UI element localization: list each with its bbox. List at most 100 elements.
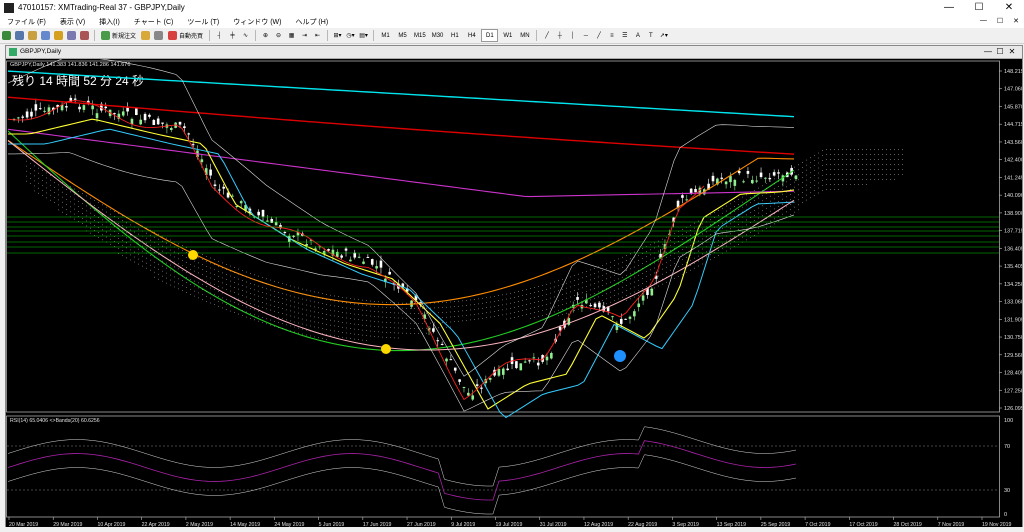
ichimoku-cloud-dot (394, 337, 395, 339)
ichimoku-cloud-dot (254, 299, 255, 301)
vertical-line-icon[interactable]: │ (567, 30, 578, 41)
child-close-button[interactable]: ✕ (1008, 16, 1024, 28)
ichimoku-cloud-dot (718, 220, 719, 221)
ichimoku-cloud-dot (422, 307, 423, 309)
ichimoku-cloud-dot (882, 159, 883, 160)
indicators-icon[interactable]: ⊞▾ (332, 30, 343, 41)
chart-maximize-button[interactable]: ☐ (994, 47, 1006, 56)
menu-window[interactable]: ウィンドウ (W) (226, 16, 288, 28)
menu-insert[interactable]: 挿入(I) (92, 16, 127, 28)
ichimoku-cloud-dot (282, 318, 283, 320)
ichimoku-cloud-dot (262, 307, 263, 308)
channel-icon[interactable]: ≡ (606, 30, 617, 41)
timeframe-m30[interactable]: M30 (430, 30, 446, 41)
ichimoku-cloud-dot (558, 285, 559, 287)
new-order-button[interactable]: 新規注文 (99, 30, 138, 41)
ichimoku-cloud-dot (390, 337, 391, 338)
ichimoku-cloud-dot (670, 234, 671, 236)
timeframe-d1[interactable]: D1 (481, 29, 499, 42)
chart-window[interactable]: GBPJPY,Daily — ☐ ✕ 148.215 147.060 145.870… (5, 45, 1023, 529)
fibonacci-icon[interactable]: ☰ (619, 30, 630, 41)
market-watch-icon[interactable] (27, 30, 38, 41)
ichimoku-cloud-dot (862, 159, 863, 160)
ichimoku-cloud-dot (894, 159, 895, 160)
templates-icon[interactable]: ▤▾ (358, 30, 369, 41)
ichimoku-cloud-dot (690, 259, 691, 261)
signals-icon[interactable] (153, 30, 164, 41)
ichimoku-cloud-dot (150, 264, 151, 266)
candle-body (737, 170, 741, 174)
arrows-icon[interactable]: ➚▾ (658, 30, 669, 41)
ichimoku-cloud-dot (778, 181, 779, 182)
text-icon[interactable]: A (632, 30, 643, 41)
candle-body (178, 121, 182, 125)
ichimoku-cloud-dot (138, 228, 139, 230)
timeframe-mn[interactable]: MN (517, 30, 532, 41)
bar-chart-icon[interactable]: ┤ (214, 30, 225, 41)
timeframe-h4[interactable]: H4 (464, 30, 479, 41)
ichimoku-cloud-dot (514, 292, 515, 293)
zoom-in-icon[interactable]: ⊕ (260, 30, 271, 41)
ichimoku-cloud-dot (582, 277, 583, 279)
periodicity-icon[interactable]: ◷▾ (345, 30, 356, 41)
ichimoku-cloud-dot (50, 174, 51, 176)
data-window-icon[interactable] (40, 30, 51, 41)
menu-tools[interactable]: ツール (T) (180, 16, 226, 28)
autoscroll-icon[interactable]: ⇥ (299, 30, 310, 41)
navigator-icon[interactable] (53, 30, 64, 41)
candle-body (327, 249, 330, 251)
chart-shift-icon[interactable]: ⇤ (312, 30, 323, 41)
ichimoku-cloud-dot (898, 169, 899, 170)
price-axis-label: 134.250 (1004, 282, 1022, 288)
menu-view[interactable]: 表示 (V) (53, 16, 92, 28)
label-icon[interactable]: T (645, 30, 656, 41)
timeframe-m5[interactable]: M5 (395, 30, 410, 41)
child-maximize-button[interactable]: ☐ (992, 16, 1008, 28)
crosshair-icon[interactable]: ┼ (554, 30, 565, 41)
timeframe-w1[interactable]: W1 (500, 30, 515, 41)
ichimoku-cloud-dot (254, 289, 255, 291)
ichimoku-cloud-dot (126, 217, 127, 219)
chart-close-button[interactable]: ✕ (1006, 47, 1018, 56)
child-minimize-button[interactable]: — (975, 16, 992, 28)
ichimoku-cloud-dot (306, 299, 307, 301)
minimize-button[interactable]: — (934, 0, 964, 16)
profiles-icon[interactable] (14, 30, 25, 41)
terminal-icon[interactable] (66, 30, 77, 41)
timeframe-m1[interactable]: M1 (378, 30, 393, 41)
ichimoku-cloud-dot (378, 306, 379, 308)
close-button[interactable]: ✕ (994, 0, 1024, 16)
menu-chart[interactable]: チャート (C) (127, 16, 181, 28)
ichimoku-cloud-dot (494, 300, 495, 302)
ichimoku-cloud-dot (578, 288, 579, 290)
candle-body (641, 295, 645, 301)
ichimoku-cloud-dot (138, 248, 139, 250)
ichimoku-cloud-dot (874, 174, 875, 175)
ichimoku-cloud-dot (782, 208, 783, 210)
tester-icon[interactable] (79, 30, 90, 41)
menu-file[interactable]: ファイル (F) (0, 16, 53, 28)
timeframe-h1[interactable]: H1 (447, 30, 462, 41)
line-chart-icon[interactable]: ∿ (240, 30, 251, 41)
cursor-icon[interactable]: ╱ (541, 30, 552, 41)
ichimoku-cloud-dot (410, 317, 411, 319)
ichimoku-cloud-dot (114, 211, 115, 212)
trendline-icon[interactable]: ╱ (593, 30, 604, 41)
ichimoku-cloud-dot (690, 224, 691, 226)
ichimoku-cloud-dot (810, 177, 811, 179)
horizontal-line-icon[interactable]: ─ (580, 30, 591, 41)
chart-minimize-button[interactable]: — (982, 47, 994, 56)
candlestick-icon[interactable]: ╪ (227, 30, 238, 41)
tile-windows-icon[interactable]: ▦ (286, 30, 297, 41)
metaeditor-icon[interactable] (140, 30, 151, 41)
maximize-button[interactable]: ☐ (964, 0, 994, 16)
timeframe-m15[interactable]: M15 (412, 30, 428, 41)
auto-trading-button[interactable]: 自動売買 (166, 30, 205, 41)
ichimoku-cloud-dot (610, 301, 611, 303)
menu-help[interactable]: ヘルプ (H) (288, 16, 335, 28)
zoom-out-icon[interactable]: ⊖ (273, 30, 284, 41)
new-chart-icon[interactable] (1, 30, 12, 41)
ichimoku-cloud-dot (110, 213, 111, 215)
price-chart[interactable]: 148.215147.060145.870144.715143.560142.4… (6, 59, 1022, 529)
ichimoku-cloud-dot (606, 298, 607, 300)
